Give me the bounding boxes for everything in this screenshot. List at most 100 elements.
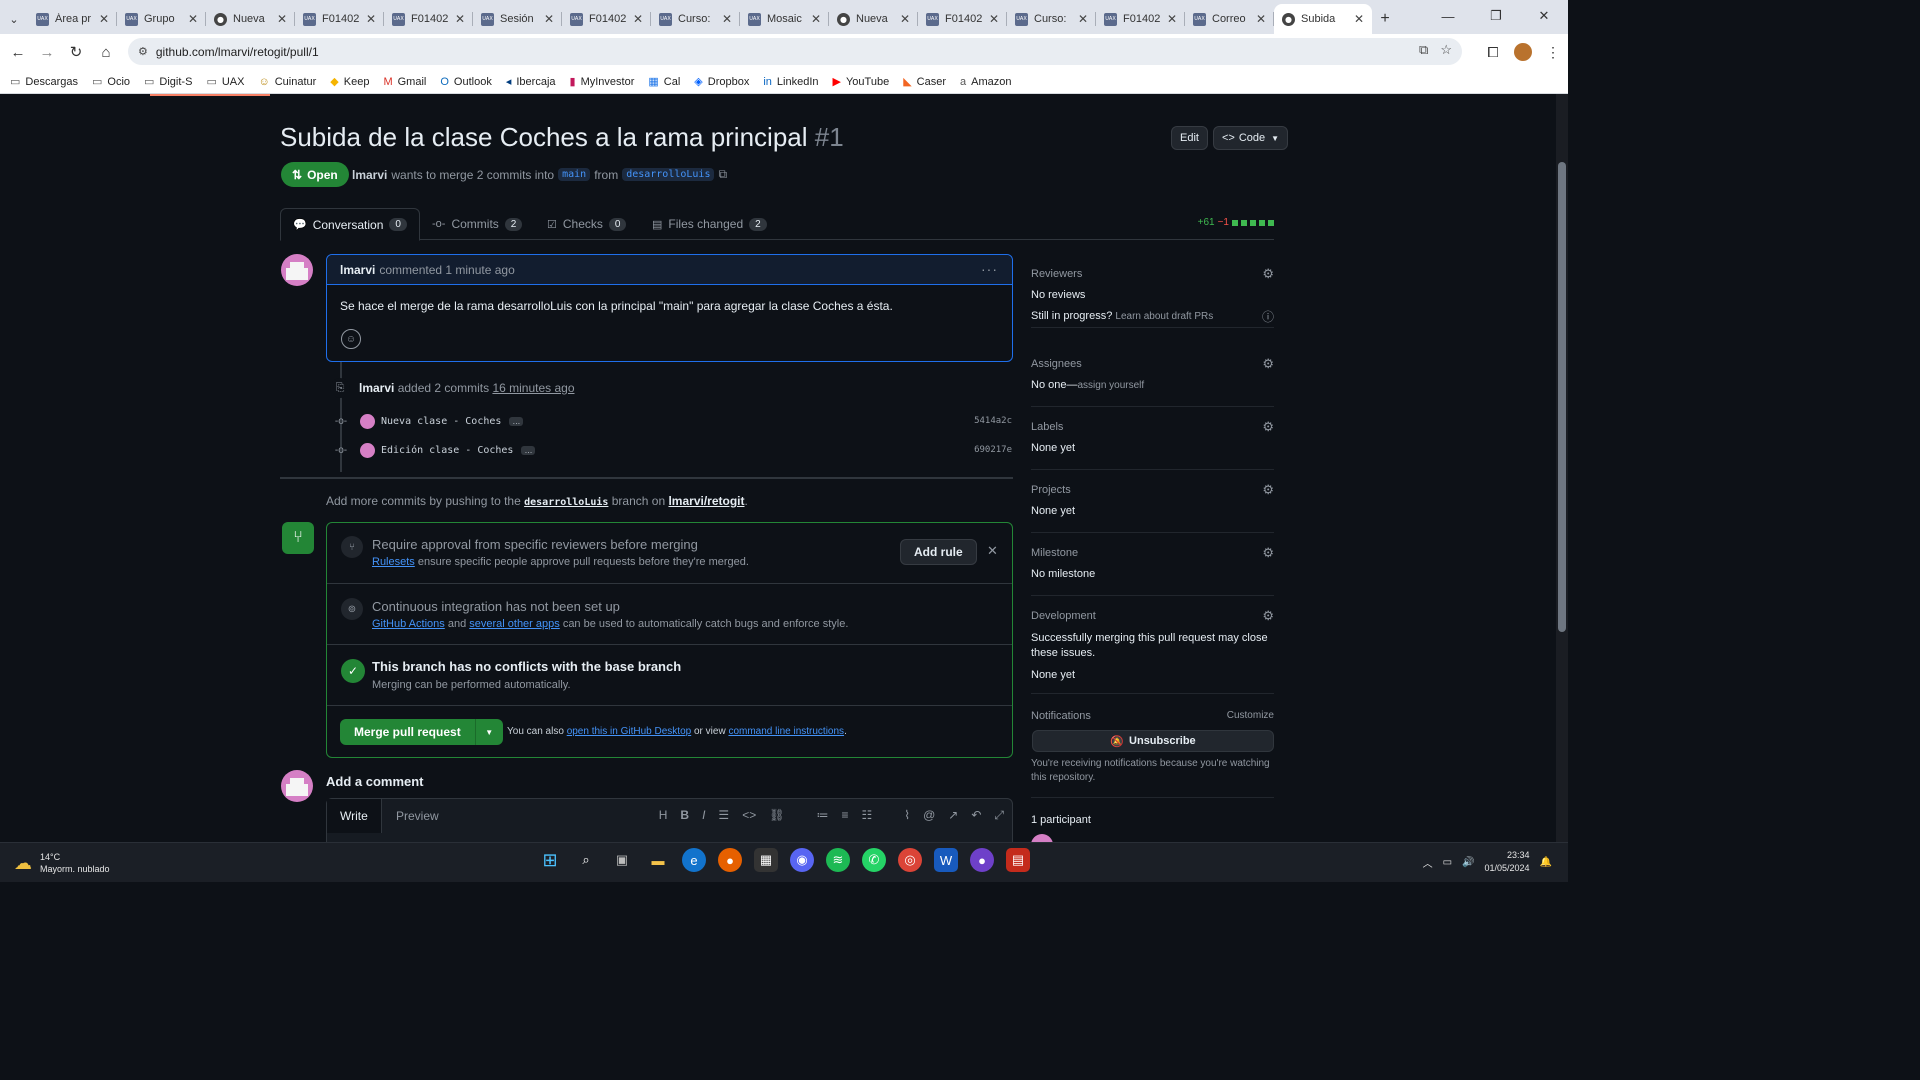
browser-tab[interactable]: UAX F01402 ✕ (918, 4, 1007, 34)
gear-icon[interactable]: ⚙ (1262, 545, 1274, 561)
merge-pull-request-button[interactable]: Merge pull request ▼ (340, 719, 503, 745)
browser-tab[interactable]: UAX Área pr ✕ (28, 4, 117, 34)
gear-icon[interactable]: ⚙ (1262, 266, 1274, 282)
bold-icon[interactable]: B (680, 808, 689, 823)
profile-avatar[interactable] (1514, 43, 1532, 61)
unsubscribe-button[interactable]: 🔕 Unsubscribe (1032, 730, 1274, 752)
avatar[interactable] (281, 254, 313, 286)
tab-commits[interactable]: -o- Commits 2 (432, 208, 523, 240)
comment-author[interactable]: lmarvi (340, 263, 375, 277)
discord-icon[interactable]: ◉ (790, 848, 814, 872)
avatar[interactable] (281, 770, 313, 802)
address-bar[interactable]: ⚙ github.com/lmarvi/retogit/pull/1 ⧉ ☆ (128, 38, 1462, 65)
commit-message[interactable]: Edición clase - Coches (381, 445, 513, 456)
event-author[interactable]: lmarvi (359, 381, 394, 395)
bookmark-uax[interactable]: ▭ UAX (206, 75, 244, 89)
home-button[interactable]: ⌂ (91, 37, 121, 67)
close-icon[interactable]: ✕ (99, 12, 109, 26)
install-app-icon[interactable]: ⧉ (1419, 42, 1428, 58)
tab-search-button[interactable]: ⌄ (0, 4, 28, 34)
participant-avatar[interactable] (1031, 834, 1053, 842)
gear-icon[interactable]: ⚙ (1262, 356, 1274, 372)
code-icon[interactable]: <> (742, 808, 756, 823)
chrome-icon[interactable]: ◎ (898, 848, 922, 872)
info-icon[interactable]: ⓘ (1262, 308, 1274, 325)
calculator-icon[interactable]: ▤ (1006, 848, 1030, 872)
windows-start-icon[interactable]: ⊞ (538, 848, 562, 872)
new-tab-button[interactable]: + (1372, 4, 1398, 34)
network-icon[interactable]: ▭ (1443, 857, 1452, 868)
copy-icon[interactable]: ⧉ (718, 167, 727, 182)
browser-tab[interactable]: UAX Sesión ✕ (473, 4, 562, 34)
browser-tab[interactable]: UAX Mosaic ✕ (740, 4, 829, 34)
restore-button[interactable]: ❐ (1472, 0, 1520, 32)
unordered-list-icon[interactable]: ≡ (841, 808, 848, 823)
file-explorer-icon[interactable]: ▬ (646, 848, 670, 872)
close-icon[interactable]: ✕ (989, 12, 999, 26)
edit-button[interactable]: Edit (1171, 126, 1208, 150)
clock[interactable]: 23:34 01/05/2024 (1485, 849, 1530, 875)
bookmark-digit-s[interactable]: ▭ Digit-S (144, 75, 192, 89)
close-icon[interactable]: ✕ (722, 12, 732, 26)
spotify-icon[interactable]: ≋ (826, 848, 850, 872)
close-icon[interactable]: ✕ (1256, 12, 1266, 26)
customize-link[interactable]: Customize (1227, 710, 1274, 721)
gear-icon[interactable]: ⚙ (1262, 419, 1274, 435)
close-icon[interactable]: ✕ (544, 12, 554, 26)
volume-icon[interactable]: 🔊 (1462, 857, 1474, 868)
task-list-icon[interactable]: ☷ (861, 808, 872, 823)
bookmark-ibercaja[interactable]: ◂ Ibercaja (506, 75, 556, 89)
back-button[interactable]: ← (3, 37, 33, 67)
pr-author-link[interactable]: lmarvi (352, 168, 387, 182)
caret-down-icon[interactable]: ▼ (474, 719, 503, 745)
close-icon[interactable]: ✕ (811, 12, 821, 26)
projects-title[interactable]: Projects (1031, 484, 1071, 496)
browser-tab[interactable]: UAX F01402 ✕ (1096, 4, 1185, 34)
task-view-icon[interactable]: ▣ (610, 848, 634, 872)
browser-tab[interactable]: UAX F01402 ✕ (295, 4, 384, 34)
expand-commit-button[interactable]: … (509, 416, 524, 426)
chevron-up-icon[interactable]: ︿ (1423, 855, 1433, 870)
scrollbar-thumb[interactable] (1558, 162, 1566, 632)
write-tab[interactable]: Write (327, 799, 382, 833)
search-icon[interactable]: ⌕ (574, 848, 598, 872)
attach-icon[interactable]: ⌇ (904, 808, 910, 823)
forward-button[interactable]: → (32, 37, 62, 67)
browser-tab[interactable]: UAX F01402 ✕ (384, 4, 473, 34)
close-icon[interactable]: ✕ (277, 12, 287, 26)
quote-icon[interactable]: ☰ (718, 808, 729, 823)
bookmark-cuinatur[interactable]: ☺ Cuinatur (258, 76, 316, 88)
site-info-icon[interactable]: ⚙ (138, 45, 148, 58)
italic-icon[interactable]: I (702, 808, 705, 823)
close-icon[interactable]: ✕ (1354, 12, 1364, 26)
commit-avatar[interactable] (360, 413, 375, 429)
tab-checks[interactable]: ☑ Checks 0 (547, 208, 627, 240)
minimize-button[interactable]: — (1424, 0, 1472, 32)
gear-icon[interactable]: ⚙ (1262, 482, 1274, 498)
browser-tab[interactable]: UAX Correo ✕ (1185, 4, 1274, 34)
code-button[interactable]: <> Code ▼ (1212, 126, 1289, 150)
mention-icon[interactable]: @ (923, 808, 935, 823)
emoji-reaction-icon[interactable]: ☺ (341, 329, 361, 349)
tab-conversation[interactable]: 💬 Conversation 0 (280, 208, 420, 241)
bookmark-outlook[interactable]: O Outlook (440, 76, 491, 88)
commit-sha[interactable]: 690217e (974, 445, 1012, 455)
undo-icon[interactable]: ↶ (971, 808, 981, 823)
commit-sha[interactable]: 5414a2c (974, 416, 1012, 426)
bookmark-keep[interactable]: ◆ Keep (330, 75, 369, 89)
browser-tab[interactable]: ● Nueva ✕ (829, 4, 918, 34)
assignees-title[interactable]: Assignees (1031, 358, 1082, 370)
close-icon[interactable]: ✕ (633, 12, 643, 26)
browser-tab[interactable]: ● Nueva ✕ (206, 4, 295, 34)
github-desktop-icon[interactable]: ● (970, 848, 994, 872)
push-hint-branch[interactable]: desarrolloLuis (524, 497, 608, 508)
bookmark-gmail[interactable]: M Gmail (383, 76, 426, 88)
gear-icon[interactable]: ⚙ (1262, 608, 1274, 624)
extensions-icon[interactable]: ⧠ (1478, 38, 1508, 66)
other-apps-link[interactable]: several other apps (469, 618, 560, 630)
bookmark-star-icon[interactable]: ☆ (1440, 42, 1452, 58)
assign-yourself-link[interactable]: assign yourself (1077, 380, 1144, 391)
rulesets-link[interactable]: Rulesets (372, 556, 415, 568)
close-icon[interactable]: ✕ (455, 12, 465, 26)
tab-files-changed[interactable]: ▤ Files changed 2 (652, 208, 767, 240)
